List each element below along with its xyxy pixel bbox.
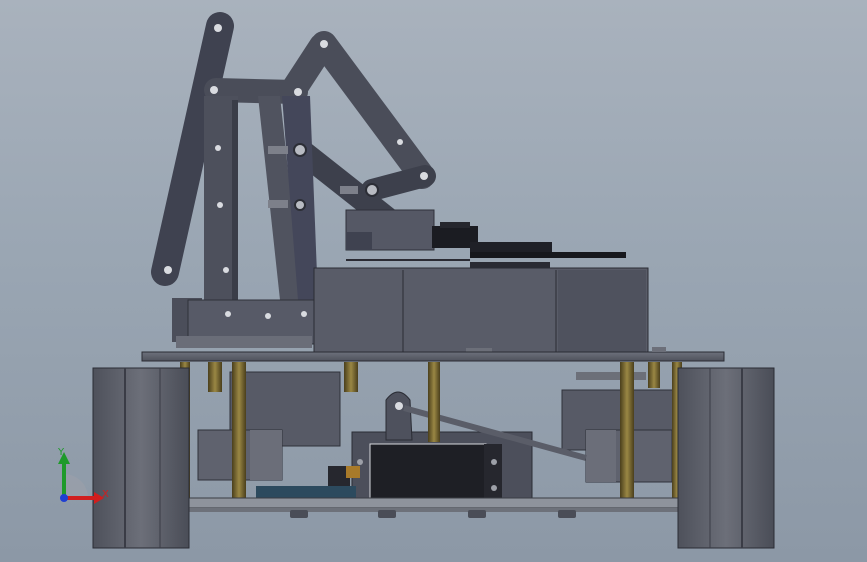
arm-link-vertical-middle <box>258 96 318 300</box>
y-axis-label: Y <box>57 447 65 458</box>
bottom-plate[interactable] <box>187 497 679 518</box>
wheel-left[interactable] <box>92 367 190 549</box>
x-axis-label: X <box>102 489 109 500</box>
wheel-right[interactable] <box>677 367 775 549</box>
z-axis-dot <box>60 494 68 502</box>
base-housing[interactable] <box>313 267 649 355</box>
arm-base-bracket <box>172 298 319 348</box>
cad-viewport[interactable]: Y X <box>0 0 867 562</box>
arm-wrist <box>345 209 435 251</box>
cad-scene[interactable]: Y X <box>0 0 867 562</box>
arm-link-vertical-left <box>204 96 238 308</box>
